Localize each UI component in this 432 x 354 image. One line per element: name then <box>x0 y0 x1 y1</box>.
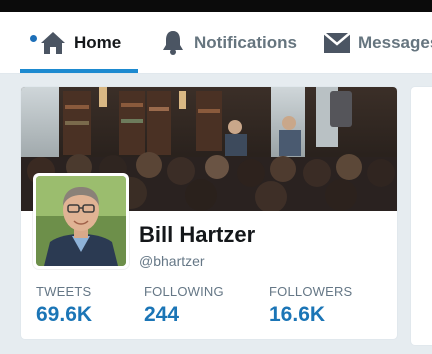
right-side-panel <box>410 86 432 346</box>
profile-handle[interactable]: @bhartzer <box>139 253 205 269</box>
stat-label: FOLLOWING <box>144 284 224 299</box>
envelope-icon <box>322 28 352 58</box>
stat-value: 69.6K <box>36 303 93 326</box>
stat-label: TWEETS <box>36 284 92 299</box>
nav-notifications-label: Notifications <box>194 33 297 52</box>
new-activity-dot <box>30 35 37 42</box>
nav-messages[interactable]: Messages <box>322 12 432 74</box>
nav-messages-label: Messages <box>358 33 432 52</box>
bell-icon <box>158 28 188 58</box>
top-black-bar <box>0 0 432 12</box>
stat-label: FOLLOWERS <box>269 284 353 299</box>
stat-value: 16.6K <box>269 303 326 326</box>
stat-tweets[interactable]: TWEETS 69.6K <box>36 284 92 327</box>
nav-notifications[interactable]: Notifications <box>158 12 297 74</box>
stat-value: 244 <box>144 303 180 326</box>
profile-card: Bill Hartzer @bhartzer TWEETS 69.6K FOLL… <box>20 86 398 340</box>
top-navigation: Home Notifications Messages <box>0 12 432 74</box>
nav-home-label: Home <box>74 33 122 52</box>
profile-avatar[interactable] <box>33 173 129 269</box>
nav-home[interactable]: Home <box>38 12 121 74</box>
active-tab-indicator <box>20 69 138 73</box>
profile-name[interactable]: Bill Hartzer <box>139 222 255 248</box>
stat-followers[interactable]: FOLLOWERS 16.6K <box>269 284 352 327</box>
home-icon <box>38 28 68 58</box>
stat-following[interactable]: FOLLOWING 244 <box>144 284 224 327</box>
